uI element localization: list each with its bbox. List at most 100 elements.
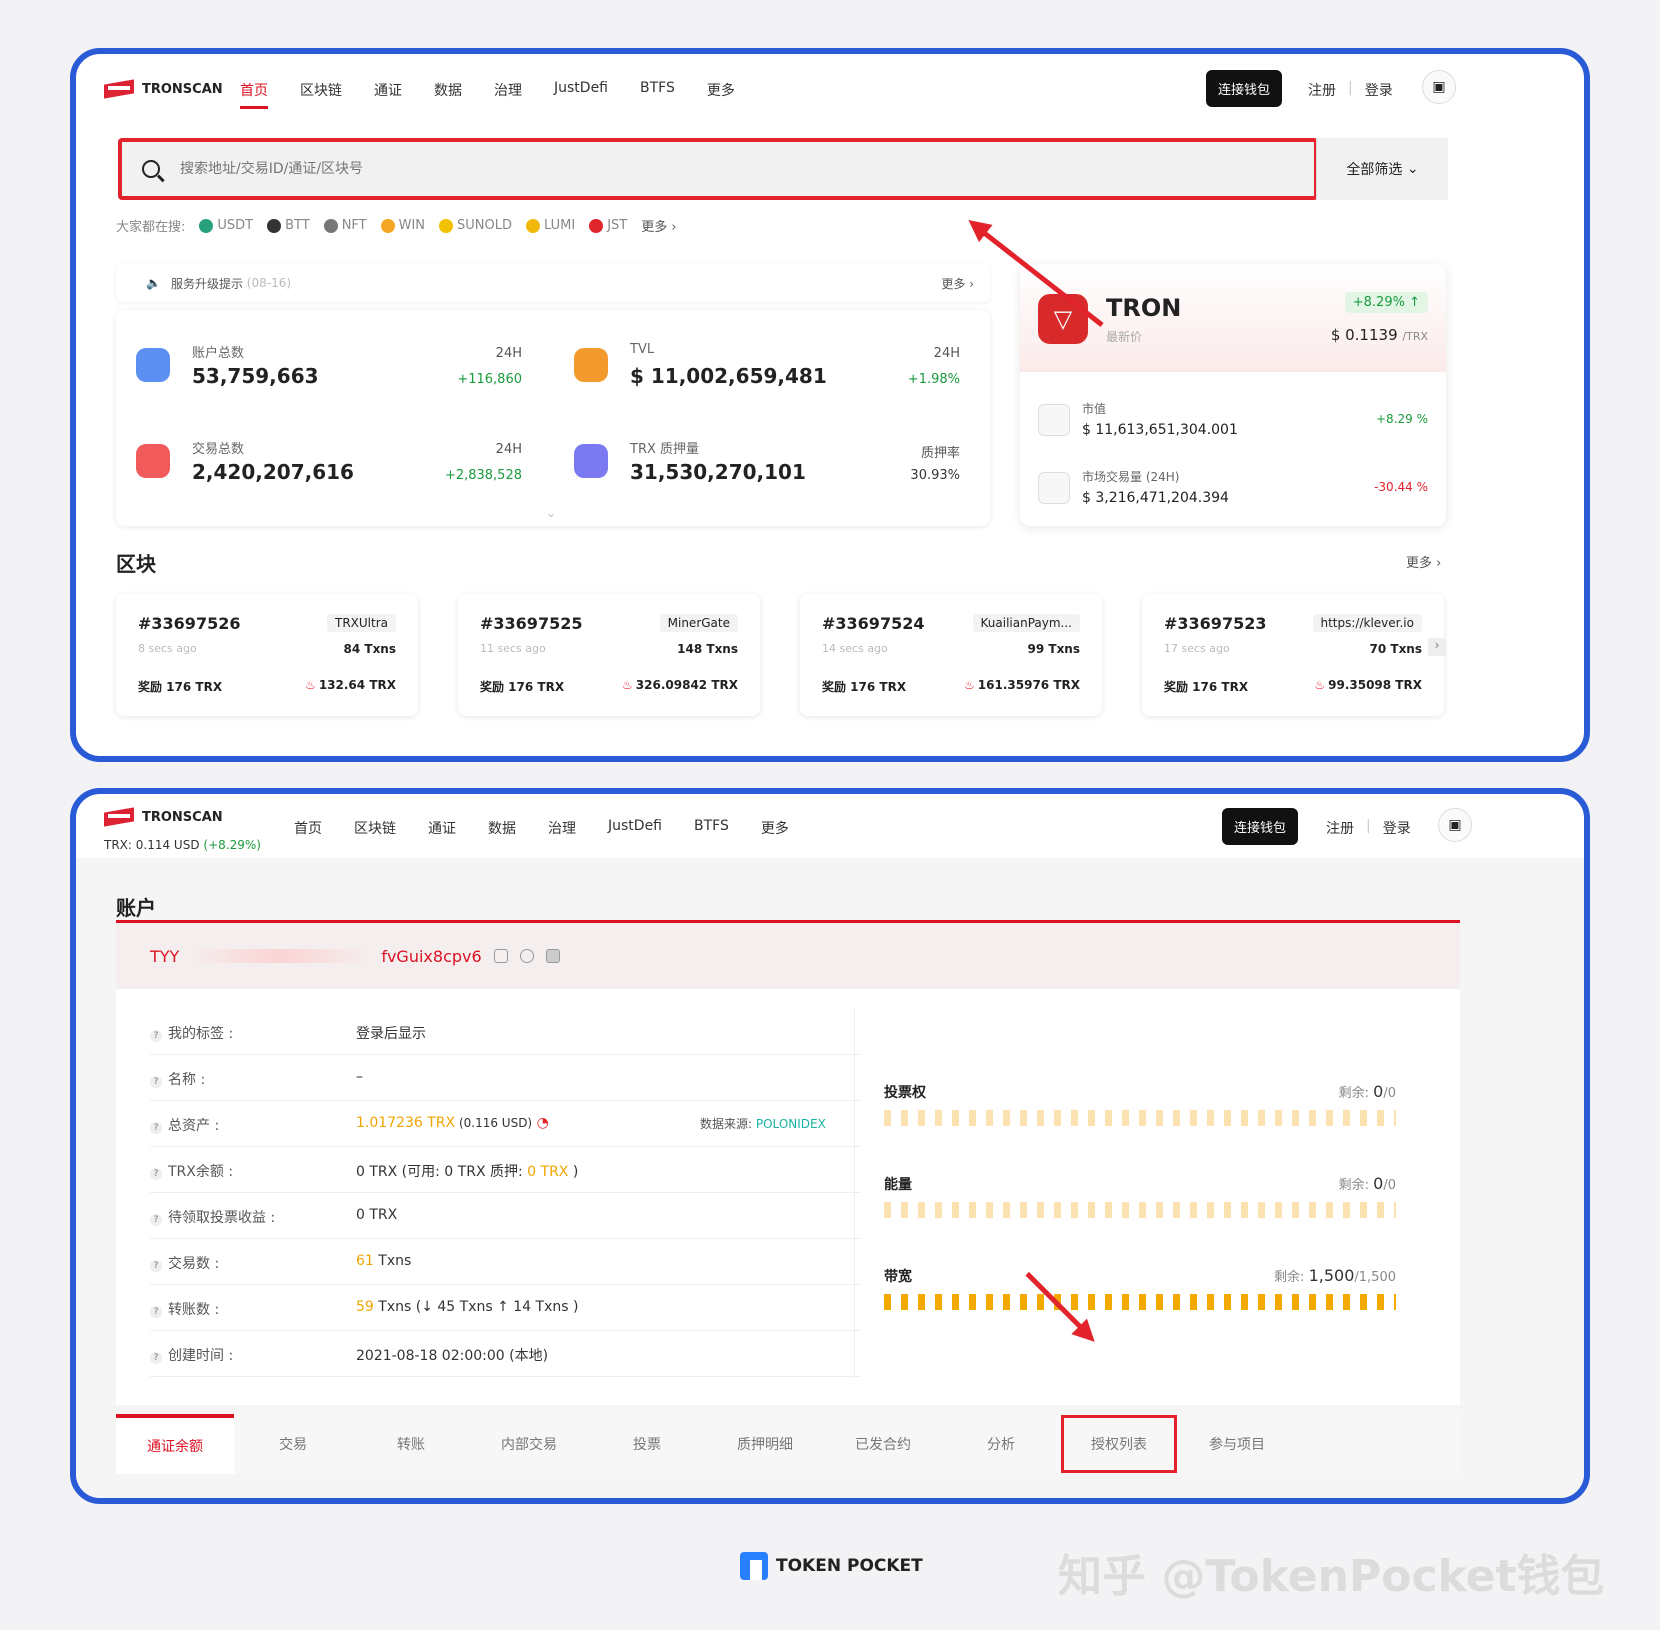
tab-internal-tx[interactable]: 内部交易 <box>470 1414 588 1474</box>
stat-accounts[interactable]: 账户总数 53,759,663 24H +116,860 <box>116 318 536 408</box>
filter-dropdown[interactable]: 全部筛选 ⌄ <box>1316 138 1448 200</box>
menu-data[interactable]: 数据 <box>488 818 516 838</box>
hot-item-usdt[interactable]: USDT <box>199 218 253 233</box>
tab-transfers[interactable]: 转账 <box>352 1414 470 1474</box>
account-title: 账户 <box>116 896 156 920</box>
menu-justdefi[interactable]: JustDefi <box>554 80 608 109</box>
register-link[interactable]: 注册 <box>1326 818 1354 838</box>
menu-tokens[interactable]: 通证 <box>374 80 402 109</box>
trx-price-line: TRX: 0.114 USD (+8.29%) <box>104 838 261 852</box>
tab-contracts[interactable]: 已发合约 <box>824 1414 942 1474</box>
latest-price-label: 最新价 <box>1106 330 1143 344</box>
hot-item-sunold[interactable]: SUNOLD <box>439 218 512 233</box>
menu-blockchain[interactable]: 区块链 <box>300 80 342 109</box>
block-card[interactable]: #33697524 KuailianPaym... 14 secs ago 99 T… <box>800 594 1102 716</box>
tab-votes[interactable]: 投票 <box>588 1414 706 1474</box>
nft-icon <box>323 218 338 233</box>
market-cap-row: 市值 $ 11,613,651,304.001 +8.29 % <box>1038 392 1428 452</box>
tab-approvals[interactable]: 授权列表 <box>1060 1414 1178 1474</box>
resource-bar <box>884 1110 1396 1126</box>
label-icon[interactable] <box>519 949 534 963</box>
block-card[interactable]: #33697526 TRXUltra 8 secs ago 84 Txns 奖励 1… <box>116 594 418 716</box>
row-my-tag: 我的标签 :登录后显示 <box>150 1009 860 1055</box>
tokenpocket-icon <box>740 1552 768 1580</box>
login-link[interactable]: 登录 <box>1365 80 1393 100</box>
address-bar: TYY fvGuix8cpv6 <box>116 923 1460 989</box>
tokenpocket-logo: TOKEN POCKET <box>740 1552 923 1580</box>
menu-tokens[interactable]: 通证 <box>428 818 456 838</box>
stats-card: 账户总数 53,759,663 24H +116,860 TVL $ 11,002,6… <box>116 310 990 526</box>
copy-icon[interactable] <box>493 949 508 963</box>
qrcode-icon[interactable] <box>545 949 560 963</box>
home-screenshot: TRONSCAN 首页 区块链 通证 数据 治理 JustDefi BTFS 更… <box>70 48 1590 762</box>
tab-stake-details[interactable]: 质押明细 <box>706 1414 824 1474</box>
address-prefix[interactable]: TYY <box>150 947 179 966</box>
menu-more[interactable]: 更多 <box>761 818 789 838</box>
connect-wallet-button[interactable]: 连接钱包 <box>1222 808 1299 845</box>
notice-more-link[interactable]: 更多 › <box>941 275 974 292</box>
hot-item-jst[interactable]: JST <box>589 218 627 233</box>
account-screenshot: TRONSCAN TRX: 0.114 USD (+8.29%) 首页 区块链 … <box>70 788 1590 1504</box>
menu-more[interactable]: 更多 <box>707 80 735 109</box>
tronscan-logo[interactable]: TRONSCAN <box>104 806 223 828</box>
settings-cube-icon[interactable]: ▣ <box>1438 808 1472 842</box>
search-icon <box>142 160 160 178</box>
menu-justdefi[interactable]: JustDefi <box>608 818 662 838</box>
hot-item-nft[interactable]: NFT <box>323 218 367 233</box>
connect-wallet-button[interactable]: 连接钱包 <box>1206 70 1283 107</box>
menu-governance[interactable]: 治理 <box>494 80 522 109</box>
login-link[interactable]: 登录 <box>1383 818 1411 838</box>
row-name: 名称 :– <box>150 1055 860 1101</box>
watermark: 知乎 @TokenPocket钱包 <box>1058 1551 1605 1602</box>
menu-btfs[interactable]: BTFS <box>640 80 675 109</box>
tab-projects[interactable]: 参与项目 <box>1178 1414 1296 1474</box>
hot-item-lumi[interactable]: LUMI <box>526 218 575 233</box>
stat-tvl[interactable]: TVL $ 11,002,659,481 24H +1.98% <box>554 318 974 408</box>
hot-more-link[interactable]: 更多 › <box>641 216 676 235</box>
notice-text[interactable]: 服务升级提示 <box>171 275 243 292</box>
menu-btfs[interactable]: BTFS <box>694 818 729 838</box>
expand-chevron-icon[interactable]: ⌄ <box>546 506 556 520</box>
volume-chart-icon <box>1038 472 1070 504</box>
hot-item-win[interactable]: WIN <box>380 218 425 233</box>
speaker-icon: 🔈 <box>146 276 161 290</box>
stat-staked[interactable]: TRX 质押量 31,530,270,101 质押率 30.93% <box>554 414 974 504</box>
menu-home[interactable]: 首页 <box>294 818 322 838</box>
block-card[interactable]: #33697525 MinerGate 11 secs ago 148 Txns 奖… <box>458 594 760 716</box>
search-input[interactable] <box>180 161 1080 177</box>
transactions-icon <box>136 444 170 478</box>
row-created: 创建时间 :2021-08-18 02:00:00 (本地) <box>150 1331 860 1377</box>
auth-links: 注册 | 登录 <box>1308 80 1393 100</box>
blocks-more-link[interactable]: 更多 › <box>1406 552 1441 571</box>
tron-name: TRON <box>1106 294 1182 322</box>
menu-data[interactable]: 数据 <box>434 80 462 109</box>
page-bg: 账户 TYY fvGuix8cpv6 我的标签 :登录后显示 名称 :– 总资产 … <box>76 858 1584 1498</box>
tab-analysis[interactable]: 分析 <box>942 1414 1060 1474</box>
tron-price: $ 0.1139 /TRX <box>1330 326 1428 344</box>
jst-icon <box>589 218 604 233</box>
block-card[interactable]: #33697523 https://klever.io 17 secs ago 70… <box>1142 594 1444 716</box>
tab-token-balance[interactable]: 通证余额 <box>116 1414 234 1474</box>
price-change-badge: +8.29% ↑ <box>1344 292 1428 313</box>
tronscan-logo[interactable]: TRONSCAN <box>104 78 223 100</box>
menu-blockchain[interactable]: 区块链 <box>354 818 396 838</box>
search-bar <box>118 138 1318 200</box>
win-icon <box>380 218 395 233</box>
resource-bandwidth: 带宽 剩余: 1,500/1,500 <box>884 1266 1396 1326</box>
tab-transactions[interactable]: 交易 <box>234 1414 352 1474</box>
register-link[interactable]: 注册 <box>1308 80 1336 100</box>
tron-price-card[interactable]: ▽ TRON 最新价 +8.29% ↑ $ 0.1139 /TRX 市值 $ 11… <box>1020 264 1446 526</box>
pie-chart-icon[interactable]: ◔ <box>537 1115 549 1131</box>
next-chevron-icon[interactable]: › <box>1428 638 1446 656</box>
data-source-link[interactable]: POLONIDEX <box>756 1117 826 1131</box>
resource-votes: 投票权 剩余: 0/0 <box>884 1082 1396 1142</box>
lumi-icon <box>526 218 541 233</box>
address-redacted <box>185 949 376 963</box>
resource-bar <box>884 1294 1396 1310</box>
menu-home[interactable]: 首页 <box>240 80 268 109</box>
stat-transactions[interactable]: 交易总数 2,420,207,616 24H +2,838,528 <box>116 414 536 504</box>
address-suffix[interactable]: fvGuix8cpv6 <box>381 947 481 966</box>
hot-item-btt[interactable]: BTT <box>267 218 310 233</box>
settings-cube-icon[interactable]: ▣ <box>1422 70 1456 104</box>
menu-governance[interactable]: 治理 <box>548 818 576 838</box>
